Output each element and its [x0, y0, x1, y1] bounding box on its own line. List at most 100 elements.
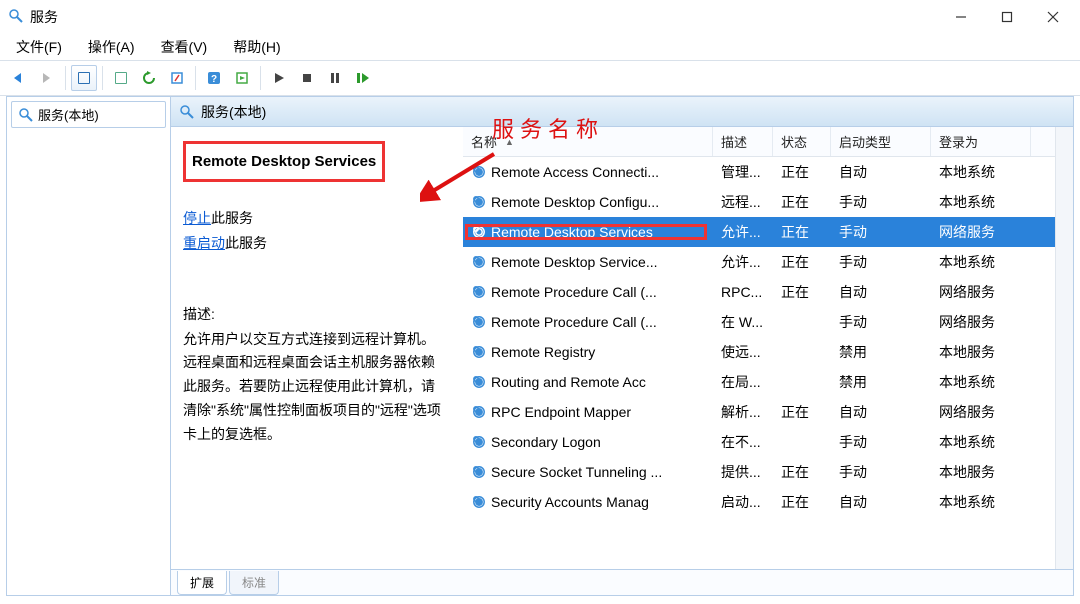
service-startup: 手动 [831, 222, 931, 242]
service-row[interactable]: Remote Desktop Configu... 远程...正在手动本地系统 [463, 187, 1055, 217]
info-desc-label: 描述: [183, 302, 447, 327]
forward-button[interactable] [34, 65, 60, 91]
export-button[interactable] [164, 65, 190, 91]
service-name: Remote Desktop Configu... [491, 194, 659, 210]
minimize-button[interactable] [938, 2, 984, 32]
properties-button[interactable] [108, 65, 134, 91]
menubar: 文件(F) 操作(A) 查看(V) 帮助(H) [0, 34, 1080, 60]
tree-pane: 服务(本地) [7, 97, 171, 595]
col-startup[interactable]: 启动类型 [831, 127, 931, 156]
service-desc: 在不... [713, 432, 773, 452]
menu-help[interactable]: 帮助(H) [229, 37, 284, 57]
service-row[interactable]: RPC Endpoint Mapper解析...正在自动网络服务 [463, 397, 1055, 427]
service-status: 正在 [773, 192, 831, 212]
service-startup: 手动 [831, 462, 931, 482]
right-pane-header: 服务(本地) [171, 97, 1073, 127]
right-pane-title: 服务(本地) [201, 102, 266, 122]
service-startup: 禁用 [831, 342, 931, 362]
col-logon[interactable]: 登录为 [931, 127, 1031, 156]
service-row[interactable]: Remote Procedure Call (... 在 W... 手动网络服务 [463, 307, 1055, 337]
service-desc: 使远... [713, 342, 773, 362]
service-startup: 自动 [831, 492, 931, 512]
service-list: 名称▲ 描述 状态 启动类型 登录为 Remote Access Connect… [463, 127, 1055, 569]
col-name[interactable]: 名称▲ [463, 127, 713, 156]
service-row[interactable]: Remote Desktop Service...允许...正在手动本地系统 [463, 247, 1055, 277]
service-name: Remote Procedure Call (... [491, 314, 657, 330]
service-status: 正在 [773, 402, 831, 422]
service-desc: 解析... [713, 402, 773, 422]
service-row[interactable]: Secondary Logon 在不... 手动本地系统 [463, 427, 1055, 457]
service-logon: 本地系统 [931, 432, 1031, 452]
service-row[interactable]: Remote Registry使远...禁用本地服务 [463, 337, 1055, 367]
service-row[interactable]: Routing and Remote Acc 在局... 禁用本地系统 [463, 367, 1055, 397]
service-row[interactable]: Security Accounts Manag启动...正在自动本地系统 [463, 487, 1055, 517]
service-name: Remote Registry [491, 344, 595, 360]
service-name: Remote Desktop Services [491, 224, 653, 240]
service-logon: 本地系统 [931, 162, 1031, 182]
service-startup: 自动 [831, 162, 931, 182]
tree-item-services-local[interactable]: 服务(本地) [11, 101, 166, 128]
service-name: Security Accounts Manag [491, 494, 649, 510]
stop-service-link[interactable]: 停止 [183, 210, 211, 226]
service-row[interactable]: Remote Desktop Services允许...正在手动网络服务 [463, 217, 1055, 247]
toolbar: ? [0, 60, 1080, 96]
service-logon: 网络服务 [931, 282, 1031, 302]
col-desc[interactable]: 描述 [713, 127, 773, 156]
stop-button[interactable] [294, 65, 320, 91]
app-icon [8, 8, 24, 27]
menu-file[interactable]: 文件(F) [12, 37, 66, 57]
service-status: 正在 [773, 462, 831, 482]
service-logon: 本地系统 [931, 492, 1031, 512]
service-logon: 本地系统 [931, 372, 1031, 392]
service-name: Routing and Remote Acc [491, 374, 646, 390]
menu-action[interactable]: 操作(A) [84, 37, 139, 57]
service-startup: 自动 [831, 402, 931, 422]
start-button[interactable] [266, 65, 292, 91]
service-name: Remote Desktop Service... [491, 254, 658, 270]
service-logon: 网络服务 [931, 312, 1031, 332]
info-title: Remote Desktop Services [183, 141, 385, 182]
col-status[interactable]: 状态 [773, 127, 831, 156]
service-logon: 本地系统 [931, 252, 1031, 272]
service-name: Secure Socket Tunneling ... [491, 464, 662, 480]
service-desc: 在局... [713, 372, 773, 392]
service-name: RPC Endpoint Mapper [491, 404, 631, 420]
restart-service-link[interactable]: 重启动 [183, 235, 225, 251]
pause-button[interactable] [322, 65, 348, 91]
service-status: 正在 [773, 282, 831, 302]
vertical-scrollbar[interactable] [1055, 127, 1073, 569]
tab-standard[interactable]: 标准 [229, 571, 279, 595]
service-row[interactable]: Remote Procedure Call (...RPC...正在自动网络服务 [463, 277, 1055, 307]
service-startup: 手动 [831, 312, 931, 332]
service-startup: 手动 [831, 432, 931, 452]
refresh-button[interactable] [136, 65, 162, 91]
window-title: 服务 [30, 7, 58, 27]
tree-item-label: 服务(本地) [38, 105, 99, 124]
service-name: Remote Access Connecti... [491, 164, 659, 180]
maximize-button[interactable] [984, 2, 1030, 32]
help-button[interactable]: ? [201, 65, 227, 91]
menu-view[interactable]: 查看(V) [157, 37, 212, 57]
service-startup: 手动 [831, 192, 931, 212]
service-desc: 允许... [713, 252, 773, 272]
show-hide-tree-button[interactable] [71, 65, 97, 91]
restart-button[interactable] [350, 65, 376, 91]
info-panel: Remote Desktop Services 停止此服务 重启动此服务 描述:… [171, 127, 463, 569]
action-button[interactable] [229, 65, 255, 91]
service-desc: 允许... [713, 222, 773, 242]
service-status: 正在 [773, 162, 831, 182]
list-rows[interactable]: Remote Access Connecti...管理...正在自动本地系统Re… [463, 157, 1055, 569]
close-button[interactable] [1030, 2, 1076, 32]
service-desc: 远程... [713, 192, 773, 212]
service-status: 正在 [773, 252, 831, 272]
service-status: 正在 [773, 492, 831, 512]
service-name: Secondary Logon [491, 434, 601, 450]
service-row[interactable]: Remote Access Connecti...管理...正在自动本地系统 [463, 157, 1055, 187]
service-startup: 禁用 [831, 372, 931, 392]
service-row[interactable]: Secure Socket Tunneling ...提供...正在手动本地服务 [463, 457, 1055, 487]
tab-extended[interactable]: 扩展 [177, 571, 227, 595]
service-desc: 在 W... [713, 312, 773, 332]
back-button[interactable] [6, 65, 32, 91]
content-panes: 服务(本地) 服务(本地) Remote Desktop Services 停止… [6, 96, 1074, 596]
service-logon: 本地系统 [931, 192, 1031, 212]
